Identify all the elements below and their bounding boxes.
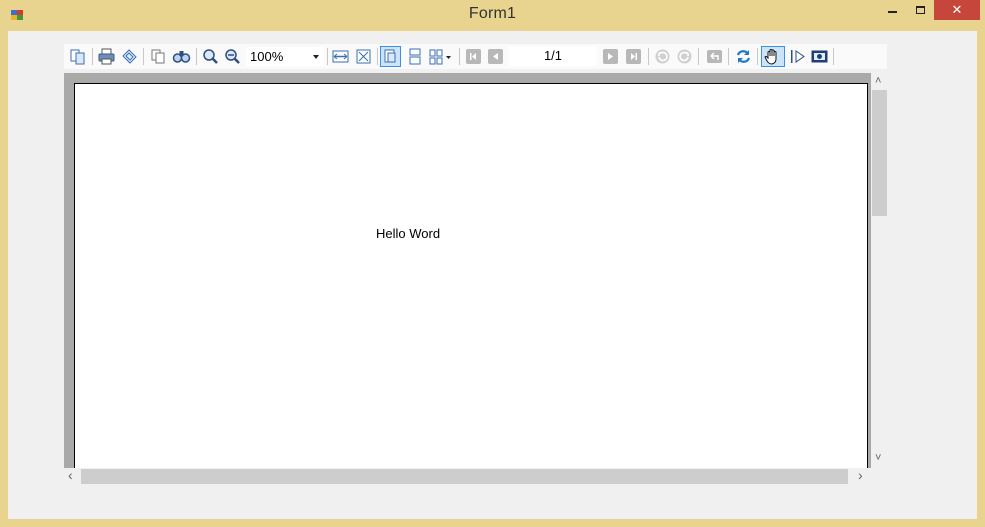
- hand-tool-icon[interactable]: [761, 46, 785, 67]
- next-page-icon[interactable]: [601, 47, 620, 66]
- toolbar-separator: [833, 48, 834, 65]
- toolbar-separator: [698, 48, 699, 65]
- continuous-icon[interactable]: [405, 47, 424, 66]
- chevron-down-icon[interactable]: [313, 55, 319, 59]
- toolbar-separator: [196, 48, 197, 65]
- report-page[interactable]: Hello Word: [74, 83, 868, 468]
- zoom-in-icon[interactable]: [201, 47, 220, 66]
- window-frame: Form1 ✕ 100% 1/1 Hello Word ˄ ˅ ‹ ›: [0, 0, 985, 527]
- vertical-scrollbar[interactable]: ˄ ˅: [871, 73, 888, 468]
- toolbar-separator: [757, 48, 758, 65]
- find-icon[interactable]: [172, 47, 191, 66]
- toolbar-separator: [327, 48, 328, 65]
- refresh-icon[interactable]: [734, 47, 753, 66]
- zoom-select[interactable]: 100%: [246, 47, 324, 66]
- snapshot-icon[interactable]: [810, 47, 829, 66]
- prev-page-icon[interactable]: [486, 47, 505, 66]
- page-setup-icon[interactable]: [120, 47, 139, 66]
- single-page-icon[interactable]: [380, 46, 401, 67]
- toolbar-separator: [377, 48, 378, 65]
- toolbar-separator: [143, 48, 144, 65]
- close-button[interactable]: ✕: [934, 0, 980, 20]
- maximize-button[interactable]: [906, 0, 934, 20]
- whole-page-icon[interactable]: [354, 47, 373, 66]
- text-select-icon[interactable]: [788, 47, 807, 66]
- vertical-scroll-thumb[interactable]: [872, 90, 887, 216]
- multi-page-icon[interactable]: [427, 47, 453, 66]
- scroll-up-icon[interactable]: ˄: [875, 76, 881, 87]
- last-page-icon[interactable]: [624, 47, 643, 66]
- scroll-right-icon[interactable]: ›: [858, 468, 863, 482]
- report-viewer[interactable]: Hello Word: [64, 73, 871, 468]
- horizontal-scroll-thumb[interactable]: [81, 469, 848, 484]
- redo-icon[interactable]: [675, 47, 694, 66]
- zoom-out-icon[interactable]: [223, 47, 242, 66]
- title-bar[interactable]: Form1 ✕: [0, 0, 985, 31]
- scroll-left-icon[interactable]: ‹: [68, 468, 73, 482]
- toolbar-separator: [648, 48, 649, 65]
- page-indicator[interactable]: 1/1: [509, 46, 597, 66]
- report-viewer-toolbar: 100% 1/1: [64, 44, 887, 69]
- page-width-icon[interactable]: [331, 47, 350, 66]
- toolbar-separator: [459, 48, 460, 65]
- copy-icon[interactable]: [149, 47, 168, 66]
- close-icon: ✕: [951, 2, 963, 17]
- report-text: Hello Word: [376, 226, 441, 241]
- back-icon[interactable]: [705, 47, 724, 66]
- undo-icon[interactable]: [653, 47, 672, 66]
- document-map-icon[interactable]: [68, 47, 87, 66]
- first-page-icon[interactable]: [464, 47, 483, 66]
- toolbar-separator: [92, 48, 93, 65]
- window-title: Form1: [468, 5, 517, 22]
- scroll-down-icon[interactable]: ˅: [875, 453, 881, 464]
- horizontal-scrollbar[interactable]: ‹ ›: [64, 468, 871, 485]
- print-icon[interactable]: [97, 47, 116, 66]
- zoom-value: 100%: [250, 49, 284, 64]
- minimize-button[interactable]: [878, 0, 908, 20]
- toolbar-separator: [728, 48, 729, 65]
